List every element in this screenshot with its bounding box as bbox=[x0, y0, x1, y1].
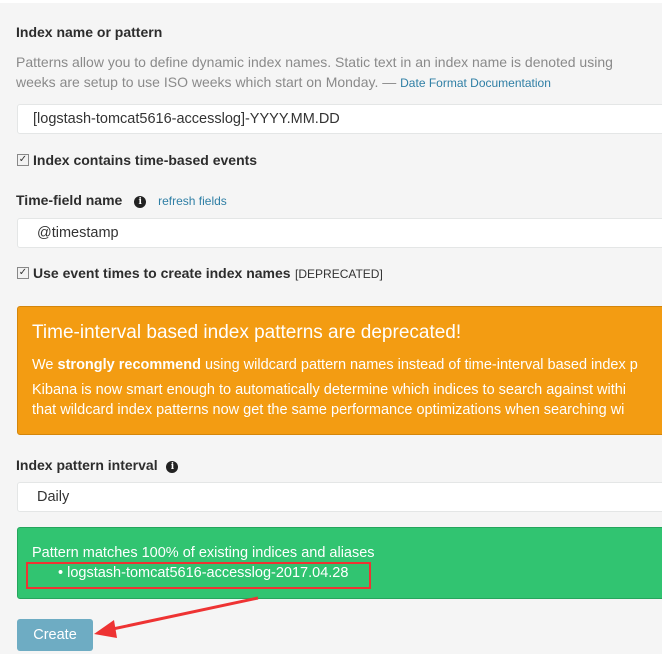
arrow-annotation bbox=[94, 596, 259, 638]
arrow-head bbox=[94, 620, 117, 638]
create-button[interactable]: Create bbox=[17, 619, 93, 651]
arrow-shaft bbox=[107, 596, 259, 632]
